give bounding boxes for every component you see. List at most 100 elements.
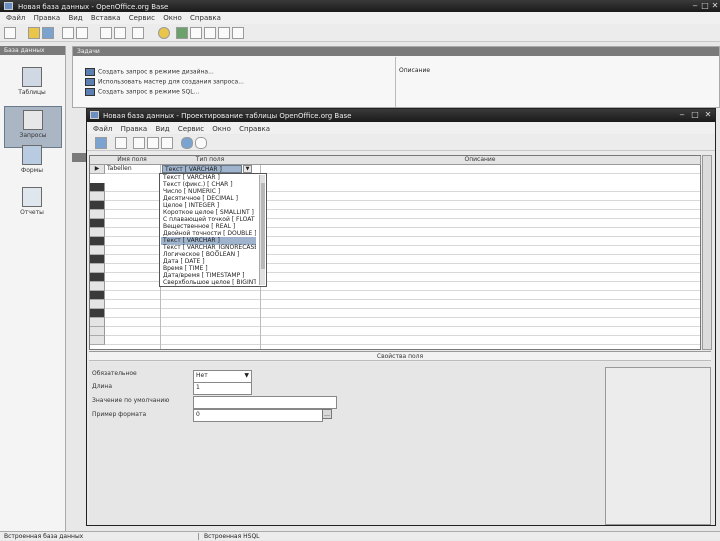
design-title-bar: Новая база данных - Проектирование табли… xyxy=(87,109,715,122)
forms-icon xyxy=(22,145,42,165)
open-object-icon[interactable] xyxy=(232,27,244,39)
design-window-title: Новая база данных - Проектирование табли… xyxy=(103,112,352,120)
length-input[interactable]: 1 xyxy=(193,382,252,395)
design-maximize-icon[interactable]: □ xyxy=(690,111,700,119)
design-copy-icon[interactable] xyxy=(147,137,159,149)
menu-help[interactable]: Справка xyxy=(190,13,221,23)
design-toolbar xyxy=(87,135,715,151)
row-header xyxy=(90,255,105,264)
save-icon[interactable] xyxy=(42,27,54,39)
tables-icon xyxy=(22,67,42,87)
design-menu-help[interactable]: Справка xyxy=(239,124,270,134)
edit-icon[interactable] xyxy=(190,27,202,39)
task-label: Создать запрос в режиме дизайна... xyxy=(98,68,214,76)
sidebar-item-tables[interactable]: Таблицы xyxy=(4,64,60,104)
delete-icon[interactable] xyxy=(204,27,216,39)
field-type-dropdown-list[interactable]: Текст [ VARCHAR ] Текст (фикс.) [ CHAR ]… xyxy=(159,173,267,287)
design-menu-file[interactable]: Файл xyxy=(93,124,112,134)
row-header xyxy=(90,300,105,309)
chevron-down-icon[interactable]: ▼ xyxy=(243,165,252,173)
menu-tools[interactable]: Сервис xyxy=(129,13,155,23)
format-example-input[interactable]: 0 xyxy=(193,409,323,422)
app-icon xyxy=(4,2,13,10)
design-save-icon[interactable] xyxy=(95,137,107,149)
dropdown-scrollbar[interactable] xyxy=(259,175,265,285)
row-header xyxy=(90,291,105,300)
minimize-icon[interactable]: ‒ xyxy=(690,2,700,10)
format-button-icon[interactable]: … xyxy=(322,409,332,419)
help-icon[interactable] xyxy=(158,27,170,39)
tasks-panel: Задачи Описание xyxy=(72,46,720,108)
field-type-combo[interactable]: Текст [ VARCHAR ] xyxy=(162,165,242,173)
form-icon[interactable] xyxy=(132,27,144,39)
copy-icon[interactable] xyxy=(62,27,74,39)
design-menu-window[interactable]: Окно xyxy=(212,124,231,134)
sidebar-item-label: Запросы xyxy=(19,132,47,139)
row-header xyxy=(90,309,105,318)
dropdown-option[interactable]: Сверхбольшое целое [ BIGINT ] xyxy=(161,279,256,287)
design-minimize-icon[interactable]: ‒ xyxy=(677,111,687,119)
design-paste-icon[interactable] xyxy=(161,137,173,149)
tasks-header: Задачи xyxy=(73,47,719,56)
menu-view[interactable]: Вид xyxy=(68,13,82,23)
table-row[interactable] xyxy=(90,318,700,327)
menu-window[interactable]: Окно xyxy=(163,13,182,23)
table-design-window: Новая база данных - Проектирование табли… xyxy=(86,108,716,526)
row-header xyxy=(90,246,105,255)
menu-insert[interactable]: Вставка xyxy=(91,13,121,23)
menu-edit[interactable]: Правка xyxy=(34,13,61,23)
reports-icon xyxy=(22,187,42,207)
default-value-input[interactable] xyxy=(193,396,337,409)
design-menu-view[interactable]: Вид xyxy=(155,124,169,134)
table-row[interactable] xyxy=(90,336,700,345)
menu-file[interactable]: Файл xyxy=(6,13,25,23)
tasks-divider xyxy=(395,57,396,107)
run-icon[interactable] xyxy=(176,27,188,39)
dropdown-scroll-thumb[interactable] xyxy=(261,183,265,269)
close-icon[interactable]: ✕ xyxy=(710,2,720,10)
chevron-down-icon: ▼ xyxy=(244,372,249,379)
row-header xyxy=(90,327,105,336)
sidebar-item-label: Таблицы xyxy=(18,89,46,96)
edit-mode-icon[interactable] xyxy=(115,137,127,149)
rename-icon[interactable] xyxy=(218,27,230,39)
cut-icon[interactable] xyxy=(133,137,145,149)
row-header xyxy=(90,219,105,228)
grid-vertical-scrollbar[interactable] xyxy=(702,155,712,350)
sidebar-item-forms[interactable]: Формы xyxy=(4,142,60,182)
design-close-icon[interactable]: ✕ xyxy=(703,111,713,119)
column-header-field-name[interactable]: Имя поля xyxy=(104,156,161,165)
task-design-view[interactable]: Создать запрос в режиме дизайна... xyxy=(85,68,214,76)
row-header xyxy=(90,210,105,219)
row-header xyxy=(90,201,105,210)
task-wizard[interactable]: Использовать мастер для создания запроса… xyxy=(85,78,244,86)
description-label: Описание xyxy=(399,67,431,74)
format-example-label: Пример формата xyxy=(92,411,147,418)
task-sql-view[interactable]: Создать запрос в режиме SQL... xyxy=(85,88,199,96)
row-header xyxy=(90,192,105,201)
open-icon[interactable] xyxy=(28,27,40,39)
status-bar: Встроенная база данных Встроенная HSQL xyxy=(0,531,720,540)
row-header-corner xyxy=(90,156,105,165)
table-row[interactable] xyxy=(90,309,700,318)
field-name-cell[interactable]: Tabellen xyxy=(107,165,132,173)
table-row[interactable] xyxy=(90,327,700,336)
paste-icon[interactable] xyxy=(76,27,88,39)
column-header-description[interactable]: Описание xyxy=(260,156,701,165)
table-row[interactable] xyxy=(90,300,700,309)
sidebar-item-label: Отчеты xyxy=(20,209,44,216)
undo-icon[interactable] xyxy=(181,137,193,149)
wizard-icon xyxy=(85,78,95,86)
table-row[interactable] xyxy=(90,291,700,300)
redo-icon[interactable] xyxy=(195,137,207,149)
column-header-field-type[interactable]: Тип поля xyxy=(160,156,261,165)
sidebar-item-reports[interactable]: Отчеты xyxy=(4,184,60,224)
maximize-icon[interactable]: □ xyxy=(700,2,710,10)
row-header xyxy=(90,264,105,273)
sort-descending-icon[interactable] xyxy=(114,27,126,39)
new-icon[interactable] xyxy=(4,27,16,39)
row-header xyxy=(90,318,105,327)
design-menu-tools[interactable]: Сервис xyxy=(178,124,204,134)
sort-ascending-icon[interactable] xyxy=(100,27,112,39)
design-menu-edit[interactable]: Правка xyxy=(121,124,148,134)
